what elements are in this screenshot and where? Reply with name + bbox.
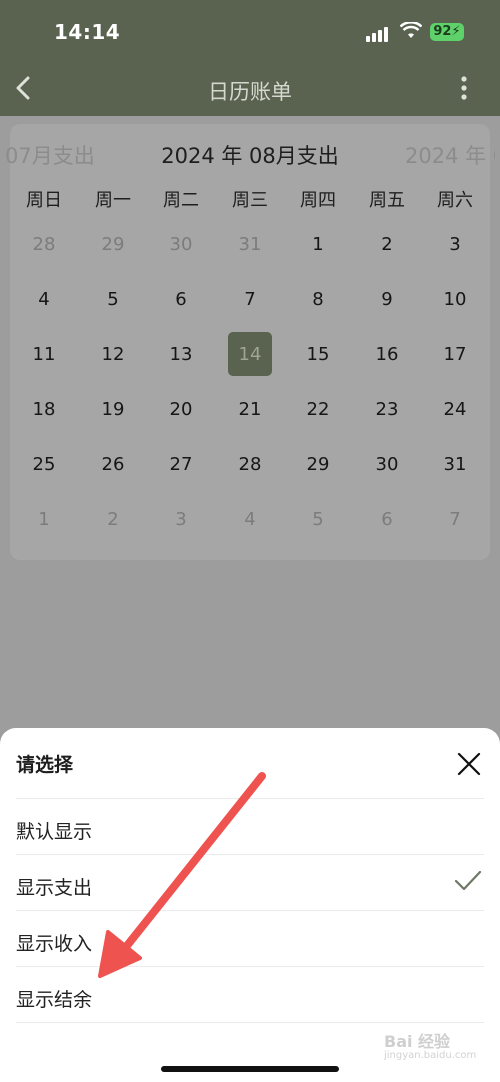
- calendar-day[interactable]: 18: [10, 399, 78, 420]
- next-month-label[interactable]: 2024 年 0: [405, 140, 495, 170]
- calendar-day[interactable]: 21: [216, 399, 284, 420]
- check-icon: [454, 870, 482, 891]
- calendar-day[interactable]: 26: [79, 454, 147, 475]
- calendar-day[interactable]: 29: [79, 234, 147, 255]
- more-options-icon[interactable]: [455, 74, 473, 102]
- calendar-day[interactable]: 27: [147, 454, 215, 475]
- calendar-day[interactable]: 12: [79, 344, 147, 365]
- calendar-day[interactable]: 6: [147, 289, 215, 310]
- cellular-signal-icon: [366, 24, 392, 42]
- status-bar: 14:14 92⚡: [0, 0, 500, 62]
- divider: [16, 966, 484, 967]
- weekday-sun: 周日: [26, 190, 62, 211]
- calendar-day[interactable]: 29: [284, 454, 352, 475]
- watermark-url: jingyan.baidu.com: [384, 1050, 477, 1061]
- weekday-wed: 周三: [232, 190, 268, 211]
- home-indicator: [161, 1066, 339, 1072]
- calendar-day[interactable]: 8: [284, 289, 352, 310]
- calendar-day[interactable]: 20: [147, 399, 215, 420]
- close-icon[interactable]: [456, 751, 482, 777]
- calendar-day[interactable]: 17: [421, 344, 489, 365]
- calendar-day[interactable]: 23: [353, 399, 421, 420]
- battery-level: 92: [433, 24, 452, 39]
- calendar-day[interactable]: 6: [353, 509, 421, 530]
- wifi-icon: [400, 22, 422, 38]
- calendar-day[interactable]: 4: [10, 289, 78, 310]
- sheet-title: 请选择: [16, 754, 74, 776]
- weekday-tue: 周二: [163, 190, 199, 211]
- calendar-day[interactable]: 3: [147, 509, 215, 530]
- calendar-day[interactable]: 28: [216, 454, 284, 475]
- calendar-day[interactable]: 24: [421, 399, 489, 420]
- calendar-day[interactable]: 7: [421, 509, 489, 530]
- calendar-day[interactable]: 19: [79, 399, 147, 420]
- option-show-balance[interactable]: 显示结余: [16, 985, 92, 1012]
- weekday-mon: 周一: [95, 190, 131, 211]
- calendar-day[interactable]: 31: [216, 234, 284, 255]
- status-time: 14:14: [54, 20, 121, 44]
- option-show-income[interactable]: 显示收入: [16, 929, 92, 956]
- calendar-day[interactable]: 31: [421, 454, 489, 475]
- baidu-watermark: Bai 经验: [384, 1032, 451, 1051]
- calendar-day[interactable]: 10: [421, 289, 489, 310]
- calendar-day[interactable]: 30: [147, 234, 215, 255]
- weekday-thu: 周四: [300, 190, 336, 211]
- calendar-day[interactable]: 11: [10, 344, 78, 365]
- page-title: 日历账单: [208, 80, 292, 104]
- calendar-day[interactable]: 25: [10, 454, 78, 475]
- calendar-day[interactable]: 2: [353, 234, 421, 255]
- calendar-day[interactable]: 4: [216, 509, 284, 530]
- nav-bar: 日历账单: [0, 62, 500, 116]
- weekday-fri: 周五: [369, 190, 405, 211]
- calendar-day-selected[interactable]: 14: [216, 344, 284, 365]
- calendar-day[interactable]: 15: [284, 344, 352, 365]
- calendar-day[interactable]: 1: [284, 234, 352, 255]
- calendar-day[interactable]: 28: [10, 234, 78, 255]
- weekday-sat: 周六: [437, 190, 473, 211]
- calendar-day[interactable]: 30: [353, 454, 421, 475]
- divider: [16, 910, 484, 911]
- divider: [16, 798, 484, 799]
- calendar-day[interactable]: 5: [284, 509, 352, 530]
- divider: [16, 1022, 484, 1023]
- divider: [16, 854, 484, 855]
- calendar-day[interactable]: 9: [353, 289, 421, 310]
- calendar-day[interactable]: 16: [353, 344, 421, 365]
- option-default[interactable]: 默认显示: [16, 817, 92, 844]
- calendar-day[interactable]: 2: [79, 509, 147, 530]
- calendar-day[interactable]: 5: [79, 289, 147, 310]
- calendar-day[interactable]: 13: [147, 344, 215, 365]
- option-show-expense[interactable]: 显示支出: [16, 873, 92, 900]
- calendar-day[interactable]: 7: [216, 289, 284, 310]
- calendar-day[interactable]: 1: [10, 509, 78, 530]
- calendar-day[interactable]: 3: [421, 234, 489, 255]
- battery-icon: 92⚡: [430, 23, 464, 41]
- calendar-day[interactable]: 22: [284, 399, 352, 420]
